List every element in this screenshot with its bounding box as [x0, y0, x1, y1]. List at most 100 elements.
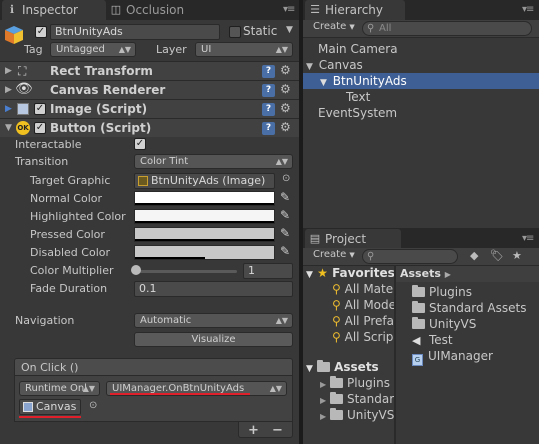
favorite-item[interactable]: ⚲ All Mode	[332, 298, 396, 312]
highlighted-color-swatch[interactable]	[134, 209, 275, 224]
favorite-item[interactable]: ⚲ All Prefa	[332, 314, 394, 328]
occlusion-icon: ◫	[110, 3, 122, 16]
interactable-toggle[interactable]: ✓	[134, 138, 146, 150]
asset-item-test[interactable]: ◀ Test	[412, 333, 453, 347]
foldout-arrow-icon[interactable]: ▶	[5, 85, 12, 95]
button-enabled-toggle[interactable]: ✓	[34, 122, 46, 134]
tag-dropdown[interactable]: Untagged ▲▼	[50, 42, 136, 57]
asset-item-plugins[interactable]: Plugins	[412, 285, 472, 299]
active-toggle[interactable]: ✓	[35, 26, 47, 38]
fade-duration-field[interactable]: 0.1	[134, 281, 293, 297]
asset-item-unityvs[interactable]: UnityVS	[412, 317, 476, 331]
foldout-open-icon[interactable]: ▼	[320, 78, 327, 88]
target-graphic-field[interactable]: BtnUnityAds (Image)	[134, 173, 275, 189]
pressed-color-swatch[interactable]	[134, 227, 275, 242]
transition-dropdown[interactable]: Color Tint ▲▼	[134, 154, 293, 169]
foldout-open-icon[interactable]: ▼	[306, 62, 313, 72]
gameobject-name-field[interactable]: BtnUnityAds	[50, 24, 220, 40]
foldout-arrow-icon[interactable]: ▶	[5, 104, 12, 114]
gear-icon[interactable]: ⚙	[280, 82, 291, 96]
favorite-star-icon[interactable]: ★	[512, 249, 522, 262]
hierarchy-search-input[interactable]: ⚲ All	[362, 21, 532, 36]
help-icon[interactable]: ?	[262, 122, 275, 135]
tab-hierarchy[interactable]: ☰ Hierarchy	[305, 0, 405, 20]
remove-listener-button[interactable]: −	[272, 423, 283, 438]
static-dropdown-arrow[interactable]: ▼	[286, 25, 293, 35]
tab-inspector-label: Inspector	[22, 3, 78, 17]
eyedropper-icon[interactable]: ✎	[280, 226, 290, 240]
static-toggle[interactable]	[229, 26, 241, 38]
color-multiplier-slider-track[interactable]	[134, 270, 237, 273]
assets-tree-item[interactable]: ▶ Plugins	[320, 376, 390, 390]
runtime-dropdown[interactable]: Runtime Onl ▲▼	[19, 381, 100, 396]
gear-icon[interactable]: ⚙	[280, 120, 291, 134]
object-picker-icon[interactable]: ⊙	[89, 400, 97, 411]
target-object-field[interactable]: Canvas	[19, 399, 81, 415]
project-menu-icon[interactable]: ▾≡	[522, 233, 534, 244]
navigation-dropdown[interactable]: Automatic ▲▼	[134, 313, 293, 328]
tab-occlusion[interactable]: ◫ Occlusion	[106, 0, 206, 20]
assets-tree-item[interactable]: ▶ UnityVS	[320, 408, 394, 422]
filter-type-icon[interactable]: ◆	[470, 249, 478, 262]
component-button-script[interactable]: ▼ OK ✓ Button (Script) ? ⚙	[0, 118, 299, 137]
color-multiplier-field[interactable]: 1	[243, 263, 293, 279]
foldout-open-icon[interactable]: ▼	[5, 123, 12, 133]
image-enabled-toggle[interactable]: ✓	[34, 103, 46, 115]
assets-breadcrumb[interactable]: Assets ▶	[400, 267, 451, 280]
add-listener-button[interactable]: +	[248, 423, 259, 438]
visualize-button[interactable]: Visualize	[134, 332, 293, 347]
hierarchy-item-eventsystem[interactable]: EventSystem	[318, 106, 397, 120]
help-icon[interactable]: ?	[262, 103, 275, 116]
eyedropper-icon[interactable]: ✎	[280, 208, 290, 222]
component-rect-transform[interactable]: ▶ ⛶ Rect Transform ? ⚙	[0, 61, 299, 80]
component-image-script[interactable]: ▶ ✓ Image (Script) ? ⚙	[0, 99, 299, 118]
hierarchy-item-text[interactable]: Text	[346, 90, 370, 104]
foldout-arrow-icon[interactable]: ▶	[320, 412, 326, 421]
help-icon[interactable]: ?	[262, 65, 275, 78]
tab-inspector[interactable]: ℹ Inspector	[2, 0, 106, 20]
eyedropper-icon[interactable]: ✎	[280, 190, 290, 204]
assets-header[interactable]: ▼ Assets	[306, 360, 379, 374]
favorites-header[interactable]: ▼ ★ Favorites	[306, 266, 395, 280]
foldout-open-icon[interactable]: ▼	[306, 364, 313, 374]
search-icon: ⚲	[332, 298, 341, 312]
favorite-item[interactable]: ⚲ All Mate	[332, 282, 393, 296]
object-picker-icon[interactable]: ⊙	[282, 173, 290, 184]
component-canvas-renderer[interactable]: ▶ 👁 Canvas Renderer ? ⚙	[0, 80, 299, 99]
tab-project[interactable]: ▤ Project	[305, 229, 401, 249]
color-multiplier-slider-handle[interactable]	[131, 265, 141, 275]
filter-label-icon[interactable]: 🏷	[490, 249, 504, 262]
gear-icon[interactable]: ⚙	[280, 63, 291, 77]
hierarchy-create-button[interactable]: Create ▼	[313, 21, 355, 32]
layer-dropdown[interactable]: UI ▲▼	[195, 42, 293, 57]
foldout-open-icon[interactable]: ▼	[306, 270, 313, 280]
foldout-arrow-icon[interactable]: ▶	[5, 66, 12, 76]
normal-color-label: Normal Color	[30, 192, 103, 205]
alpha-bar	[135, 257, 205, 259]
folder-icon	[329, 408, 343, 420]
gear-icon[interactable]: ⚙	[280, 101, 291, 115]
project-search-input[interactable]: ⚲	[362, 249, 458, 264]
interactable-label: Interactable	[15, 138, 82, 151]
asset-item-standard-assets[interactable]: Standard Assets	[412, 301, 526, 315]
project-create-button[interactable]: Create ▼	[313, 249, 355, 260]
project-pane-divider[interactable]	[394, 266, 396, 444]
assets-tree-item[interactable]: ▶ Standar	[320, 392, 394, 406]
foldout-arrow-icon[interactable]: ▶	[320, 396, 326, 405]
normal-color-swatch[interactable]	[134, 191, 275, 206]
help-icon[interactable]: ?	[262, 84, 275, 97]
hierarchy-item-canvas[interactable]: ▼ Canvas	[306, 58, 363, 72]
alpha-bar	[135, 239, 274, 241]
hierarchy-item-main-camera[interactable]: Main Camera	[318, 42, 398, 56]
inspector-menu-icon[interactable]: ▾≡	[283, 4, 295, 15]
favorite-item[interactable]: ⚲ All Scrip	[332, 330, 393, 344]
eyedropper-icon[interactable]: ✎	[280, 244, 290, 258]
tab-project-label: Project	[325, 232, 367, 246]
asset-item-uimanager[interactable]: G UIManager	[412, 349, 493, 366]
hierarchy-menu-icon[interactable]: ▾≡	[522, 4, 534, 15]
disabled-color-swatch[interactable]	[134, 245, 275, 260]
navigation-label: Navigation	[15, 314, 75, 327]
foldout-arrow-icon[interactable]: ▶	[320, 380, 326, 389]
hierarchy-item-btnunityads[interactable]: ▼ BtnUnityAds	[320, 74, 407, 88]
component-title: Rect Transform	[50, 64, 153, 78]
